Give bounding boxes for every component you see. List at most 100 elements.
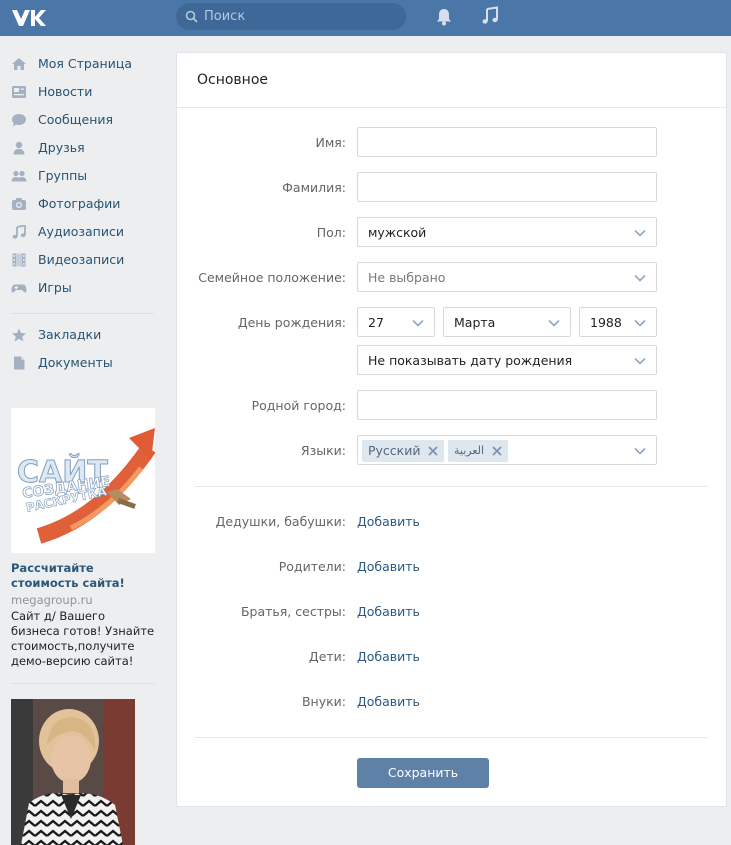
add-parents-link[interactable]: Добавить [357, 559, 420, 574]
ad-photo-graphic [11, 699, 135, 845]
ad-title[interactable]: Рассчитайте стоимость сайта! [11, 561, 155, 591]
sidebar-item-label: Сообщения [38, 112, 114, 127]
children-label: Дети: [308, 649, 346, 664]
sidebar-item-label: Группы [38, 168, 88, 183]
groups-icon [11, 170, 27, 182]
birth-day-value: 27 [368, 315, 384, 330]
music-icon[interactable] [480, 6, 500, 26]
section-divider [195, 737, 708, 738]
news-icon [12, 86, 26, 98]
chevron-down-icon [634, 274, 646, 282]
last-name-field[interactable] [357, 172, 657, 202]
last-name-label: Фамилия: [282, 180, 346, 195]
ad-image[interactable]: САЙТ СОЗДАНИЕ РАСКРУТКА [11, 408, 155, 553]
close-icon[interactable] [428, 446, 438, 456]
language-tag-label: العربية [454, 444, 485, 457]
sidebar-item-games[interactable]: Игры [0, 274, 160, 302]
chevron-down-icon [634, 229, 646, 237]
sidebar-item-label: Документы [38, 355, 113, 370]
top-bar: Поиск [0, 0, 731, 36]
languages-select[interactable]: Русский العربية [357, 435, 657, 465]
sidebar-divider [10, 313, 154, 314]
messages-icon [12, 114, 26, 127]
search-placeholder: Поиск [204, 9, 246, 24]
sidebar-nav: Моя Страница Новости Сообщения Друзья Гр… [0, 50, 160, 377]
close-icon[interactable] [492, 446, 502, 456]
sidebar-item-news[interactable]: Новости [0, 78, 160, 106]
sidebar-item-label: Новости [38, 84, 93, 99]
chevron-down-icon [634, 447, 646, 455]
card-title: Основное [197, 72, 269, 88]
vk-logo-icon[interactable] [10, 6, 46, 30]
ad-divider [11, 683, 155, 684]
friend-icon [13, 141, 25, 155]
sidebar-item-label: Друзья [38, 140, 85, 155]
chevron-down-icon [548, 319, 560, 327]
ad-photo[interactable] [11, 699, 135, 845]
chevron-down-icon [412, 319, 424, 327]
search-input[interactable]: Поиск [176, 3, 406, 30]
add-grandparents-link[interactable]: Добавить [357, 514, 420, 529]
birth-year-value: 1988 [590, 315, 622, 330]
sidebar-item-label: Аудиозаписи [38, 224, 124, 239]
siblings-label: Братья, сестры: [240, 604, 346, 619]
ad-text: Сайт д/ Вашего бизнеса готов! Узнайте ст… [11, 609, 155, 668]
film-icon [12, 253, 26, 267]
sidebar-item-my-page[interactable]: Моя Страница [0, 50, 160, 78]
birthday-visibility-value: Не показывать дату рождения [368, 353, 573, 368]
sidebar-item-groups[interactable]: Группы [0, 162, 160, 190]
sidebar-item-bookmarks[interactable]: Закладки [0, 321, 160, 349]
sidebar-item-documents[interactable]: Документы [0, 349, 160, 377]
gamepad-icon [11, 284, 27, 293]
birth-year-select[interactable]: 1988 [579, 307, 657, 337]
parents-label: Родители: [278, 559, 346, 574]
sidebar-item-video[interactable]: Видеозаписи [0, 246, 160, 274]
ad-image-graphic: САЙТ СОЗДАНИЕ РАСКРУТКА [11, 408, 155, 553]
relationship-label: Семейное положение: [198, 270, 346, 285]
document-icon [14, 356, 25, 370]
add-grandchildren-link[interactable]: Добавить [357, 694, 420, 709]
birthday-label: День рождения: [237, 315, 346, 330]
birthday-visibility-select[interactable]: Не показывать дату рождения [357, 345, 657, 375]
card-header-divider [177, 107, 726, 108]
gender-label: Пол: [316, 225, 346, 240]
add-children-link[interactable]: Добавить [357, 649, 420, 664]
language-tag[interactable]: Русский [362, 440, 444, 462]
relationship-select[interactable]: Не выбрано [357, 262, 657, 292]
birth-month-select[interactable]: Марта [443, 307, 571, 337]
add-siblings-link[interactable]: Добавить [357, 604, 420, 619]
sidebar-item-photos[interactable]: Фотографии [0, 190, 160, 218]
first-name-label: Имя: [315, 135, 346, 150]
hometown-field[interactable] [357, 390, 657, 420]
sidebar-item-label: Закладки [38, 327, 102, 342]
sidebar-item-friends[interactable]: Друзья [0, 134, 160, 162]
sidebar-item-messages[interactable]: Сообщения [0, 106, 160, 134]
save-button[interactable]: Сохранить [357, 758, 489, 788]
sidebar-item-label: Видеозаписи [38, 252, 125, 267]
search-icon [185, 10, 198, 23]
language-tag[interactable]: العربية [448, 440, 508, 462]
sidebar-item-label: Игры [38, 280, 72, 295]
gender-select[interactable]: мужской [357, 217, 657, 247]
grandchildren-label: Внуки: [301, 694, 346, 709]
section-divider [195, 486, 708, 487]
star-icon [12, 328, 26, 342]
sidebar-item-audio[interactable]: Аудиозаписи [0, 218, 160, 246]
chevron-down-icon [634, 357, 646, 365]
hometown-label: Родной город: [251, 398, 346, 413]
home-icon [12, 58, 26, 70]
ad-domain: megagroup.ru [11, 593, 93, 607]
gender-value: мужской [368, 225, 427, 240]
music-icon [12, 225, 26, 239]
bell-icon[interactable] [434, 7, 454, 27]
first-name-field[interactable] [357, 127, 657, 157]
ad-block[interactable]: САЙТ СОЗДАНИЕ РАСКРУТКА Рассчитайте стои… [11, 408, 155, 669]
relationship-value: Не выбрано [368, 270, 446, 285]
languages-label: Языки: [300, 443, 346, 458]
sidebar-item-label: Моя Страница [38, 56, 132, 71]
birth-day-select[interactable]: 27 [357, 307, 435, 337]
language-tag-label: Русский [368, 443, 421, 458]
camera-icon [12, 198, 26, 210]
sidebar-item-label: Фотографии [38, 196, 121, 211]
birth-month-value: Марта [454, 315, 496, 330]
